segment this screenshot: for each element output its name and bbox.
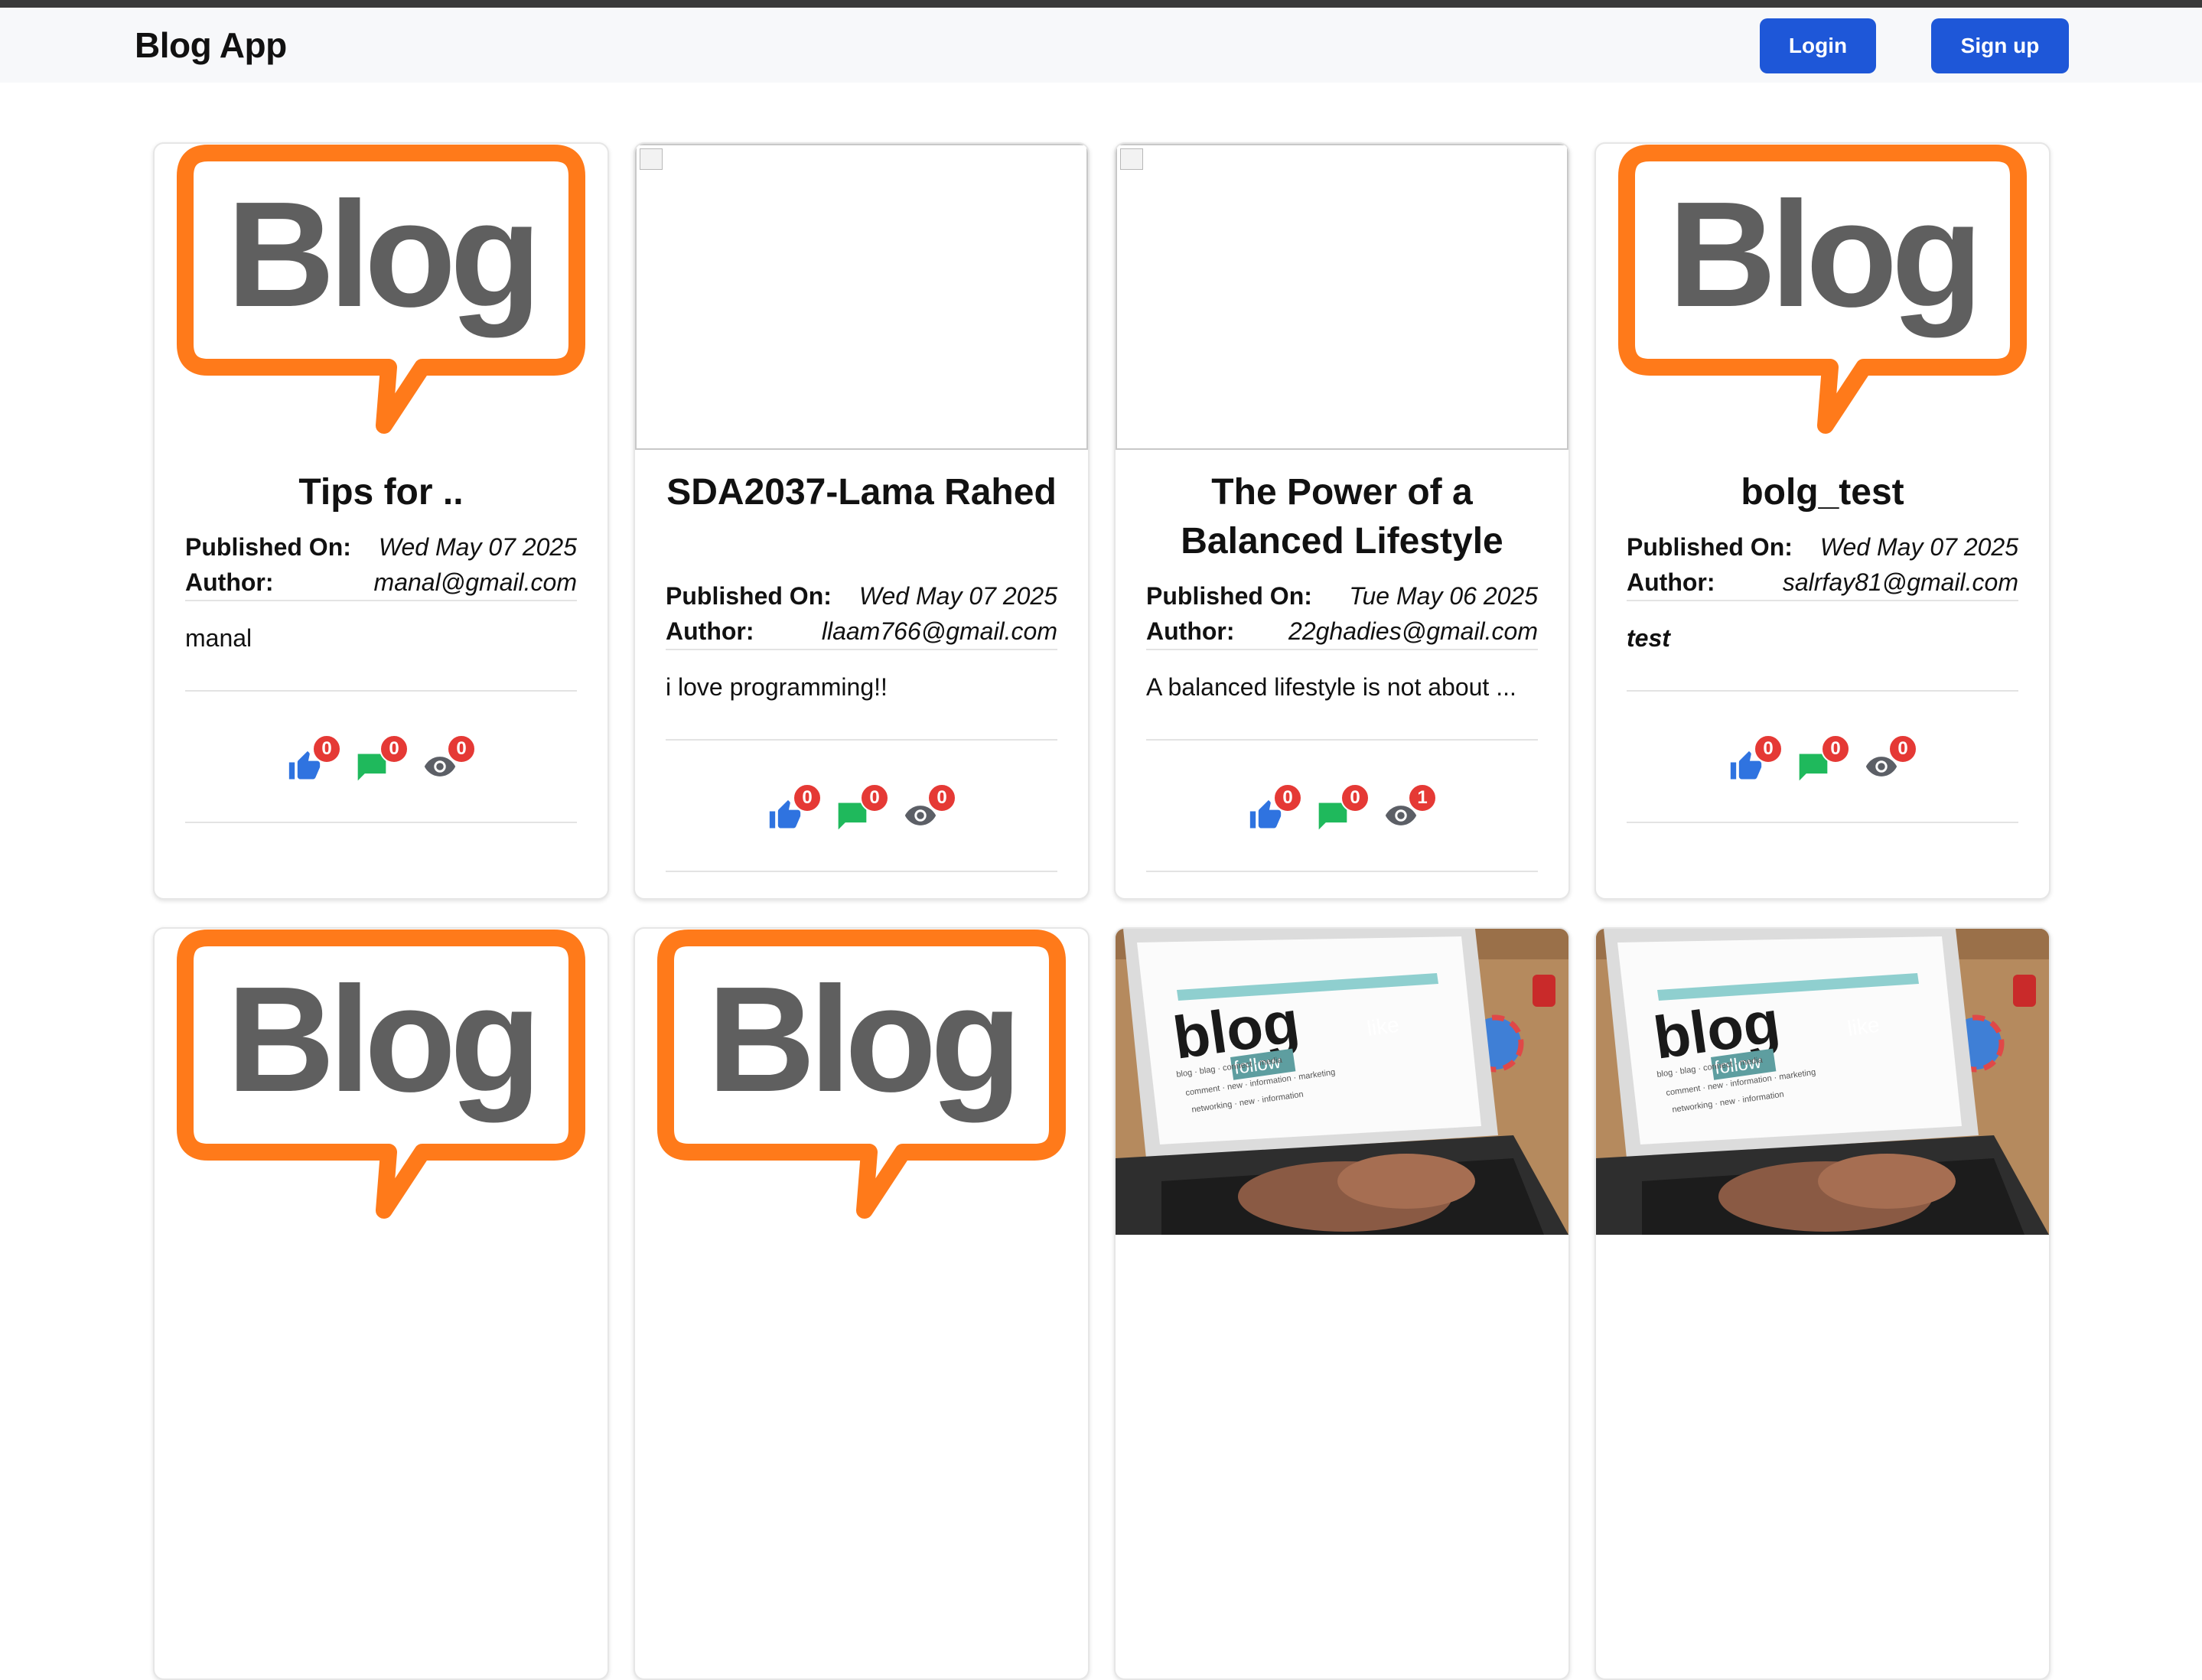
author-label: Author:: [1627, 568, 1715, 596]
top-border: [0, 0, 2202, 8]
post-description: A balanced lifestyle is not about ...: [1146, 673, 1516, 701]
view-stat[interactable]: 0: [1864, 734, 1917, 779]
laptop-blog-photo: blog follow like blog · blag · connect ·…: [1596, 929, 2049, 1235]
like-count-badge: 0: [312, 734, 341, 763]
comment-stat[interactable]: 0: [1316, 783, 1370, 828]
view-count-badge: 0: [1888, 734, 1917, 763]
published-date: Tue May 06 2025: [1349, 581, 1538, 610]
post-image-broken: [1116, 144, 1568, 450]
published-date: Wed May 07 2025: [858, 581, 1057, 610]
published-row: Published On: Wed May 07 2025: [666, 578, 1057, 614]
divider: [1627, 822, 2018, 823]
divider: [1146, 739, 1538, 741]
published-row: Published On: Tue May 06 2025: [1146, 578, 1538, 614]
blog-logo-image: Blog: [635, 929, 1088, 1235]
like-stat[interactable]: 0: [1249, 783, 1302, 828]
post-title[interactable]: bolg_test: [1627, 468, 2018, 517]
view-count-badge: 1: [1408, 783, 1437, 812]
like-stat[interactable]: 0: [288, 734, 341, 779]
post-card[interactable]: Blog bolg_test Published On: Wed May 07 …: [1594, 142, 2051, 900]
post-card[interactable]: SDA2037-Lama Rahed Published On: Wed May…: [634, 142, 1090, 900]
author-email: llaam766@gmail.com: [821, 617, 1057, 645]
login-button[interactable]: Login: [1760, 18, 1876, 73]
view-stat[interactable]: 1: [1383, 783, 1437, 828]
post-title[interactable]: The Power of a Balanced Lifestyle: [1146, 468, 1538, 566]
post-title[interactable]: Tips for ..: [185, 468, 577, 517]
published-label: Published On:: [666, 581, 832, 610]
author-label: Author:: [666, 617, 754, 645]
post-stats: 0 0 0: [1596, 733, 2049, 786]
published-label: Published On:: [1146, 581, 1312, 610]
divider: [1627, 690, 2018, 692]
comment-count-badge: 0: [860, 783, 889, 812]
like-count-badge: 0: [1754, 734, 1783, 763]
divider: [185, 690, 577, 692]
author-email: 22ghadies@gmail.com: [1288, 617, 1538, 645]
post-description: manal: [185, 624, 252, 652]
post-stats: 0 0 0: [635, 782, 1088, 835]
like-count-badge: 0: [1273, 783, 1302, 812]
author-row: Author: 22ghadies@gmail.com: [1146, 614, 1538, 650]
post-card[interactable]: Blog: [634, 927, 1090, 1680]
post-description: test: [1627, 624, 1670, 652]
blog-logo-image: Blog: [155, 929, 608, 1235]
post-card[interactable]: blog follow like blog · blag · connect ·…: [1594, 927, 2051, 1680]
author-row: Author: salrfay81@gmail.com: [1627, 565, 2018, 601]
brand-logo[interactable]: Blog App: [135, 24, 287, 66]
svg-text:like: like: [1366, 1012, 1401, 1040]
svg-text:Blog: Blog: [1668, 171, 1976, 338]
published-row: Published On: Wed May 07 2025: [1627, 529, 2018, 565]
laptop-blog-photo: blog follow like blog · blag · connect ·…: [1116, 929, 1568, 1235]
like-stat[interactable]: 0: [1729, 734, 1783, 779]
author-label: Author:: [185, 568, 274, 596]
author-label: Author:: [1146, 617, 1235, 645]
author-email: salrfay81@gmail.com: [1782, 568, 2018, 596]
view-stat[interactable]: 0: [422, 734, 476, 779]
author-row: Author: llaam766@gmail.com: [666, 614, 1057, 650]
post-title[interactable]: SDA2037-Lama Rahed: [666, 468, 1057, 517]
blog-logo-image: Blog: [155, 144, 608, 450]
post-card[interactable]: Blog Tips for .. Published On: Wed May 0…: [153, 142, 609, 900]
svg-text:like: like: [1846, 1012, 1881, 1040]
author-email: manal@gmail.com: [373, 568, 577, 596]
post-stats: 0 0 1: [1116, 782, 1568, 835]
view-count-badge: 0: [927, 783, 956, 812]
comment-count-badge: 0: [1340, 783, 1370, 812]
divider: [666, 739, 1057, 741]
published-date: Wed May 07 2025: [378, 532, 577, 561]
divider: [185, 822, 577, 823]
published-label: Published On:: [185, 532, 351, 561]
comment-stat[interactable]: 0: [355, 734, 409, 779]
blog-logo-image: Blog: [1596, 144, 2049, 450]
like-count-badge: 0: [793, 783, 822, 812]
post-image-broken: [635, 144, 1088, 450]
post-card[interactable]: Blog: [153, 927, 609, 1680]
comment-count-badge: 0: [379, 734, 409, 763]
published-row: Published On: Wed May 07 2025: [185, 529, 577, 565]
navbar: Blog App Login Sign up: [0, 8, 2202, 83]
signup-button[interactable]: Sign up: [1931, 18, 2069, 73]
author-row: Author: manal@gmail.com: [185, 565, 577, 601]
view-stat[interactable]: 0: [903, 783, 956, 828]
published-label: Published On:: [1627, 532, 1793, 561]
post-stats: 0 0 0: [155, 733, 608, 786]
comment-count-badge: 0: [1821, 734, 1850, 763]
divider: [666, 871, 1057, 872]
svg-text:Blog: Blog: [226, 171, 535, 338]
published-date: Wed May 07 2025: [1819, 532, 2018, 561]
post-card[interactable]: blog follow like blog · blag · connect ·…: [1114, 927, 1570, 1680]
post-description: i love programming!!: [666, 673, 888, 701]
post-card[interactable]: The Power of a Balanced Lifestyle Publis…: [1114, 142, 1570, 900]
like-stat[interactable]: 0: [768, 783, 822, 828]
divider: [1146, 871, 1538, 872]
svg-text:Blog: Blog: [707, 956, 1015, 1123]
broken-image-icon: [640, 148, 663, 170]
view-count-badge: 0: [447, 734, 476, 763]
comment-stat[interactable]: 0: [1796, 734, 1850, 779]
comment-stat[interactable]: 0: [836, 783, 889, 828]
svg-text:Blog: Blog: [226, 956, 535, 1123]
broken-image-icon: [1120, 148, 1143, 170]
